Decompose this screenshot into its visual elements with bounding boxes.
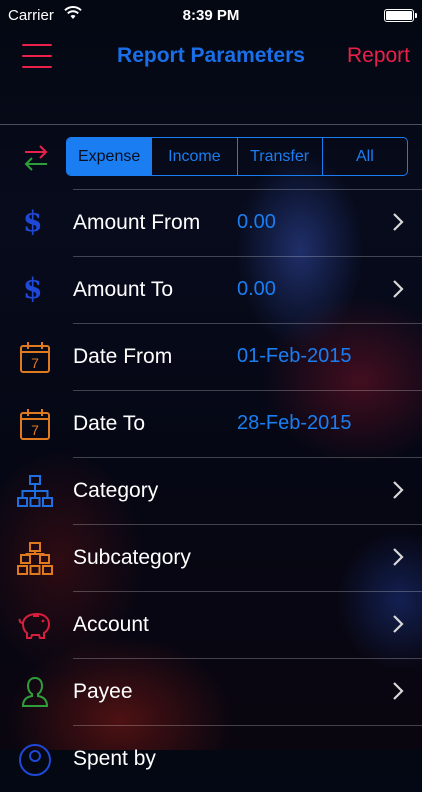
segment-expense[interactable]: Expense	[67, 138, 152, 175]
person-circle-icon	[19, 744, 51, 776]
hierarchy-icon	[17, 475, 53, 507]
calendar-icon-number: 7	[31, 422, 39, 438]
amount-from-row[interactable]: $ Amount From 0.00	[23, 189, 422, 256]
segment-income[interactable]: Income	[151, 138, 236, 175]
row-label: Amount From	[73, 211, 201, 234]
date-to-row[interactable]: 7 Date To 28-Feb-2015	[20, 390, 422, 457]
row-label: Account	[73, 613, 149, 636]
row-label: Spent by	[73, 747, 156, 770]
piggy-bank-icon	[18, 612, 51, 639]
chevron-right-icon	[393, 682, 404, 700]
calendar-icon-number: 7	[31, 355, 39, 371]
hierarchy-icon	[17, 542, 53, 575]
date-from-row[interactable]: 7 Date From 01-Feb-2015	[20, 323, 422, 390]
transaction-type-segmented-control: Expense Income Transfer All	[66, 137, 408, 176]
battery-icon	[384, 9, 417, 22]
row-value: 01-Feb-2015	[237, 345, 352, 367]
dollar-icon: $	[23, 205, 43, 238]
spent-by-row[interactable]: Spent by	[19, 725, 422, 792]
chevron-right-icon	[393, 213, 404, 231]
amount-to-row[interactable]: $ Amount To 0.00	[23, 256, 422, 323]
category-row[interactable]: Category	[17, 457, 422, 524]
chevron-right-icon	[393, 548, 404, 566]
status-time: 8:39 PM	[182, 7, 240, 24]
row-value: 28-Feb-2015	[237, 412, 352, 434]
parameter-list: $ Amount From 0.00 $ Amount To 0.00 7 Da…	[0, 189, 422, 792]
person-icon	[21, 676, 49, 707]
chevron-right-icon	[393, 481, 404, 499]
row-label: Date To	[73, 412, 145, 435]
calendar-icon: 7	[20, 409, 50, 440]
chevron-right-icon	[393, 615, 404, 633]
navigation-bar: Report Parameters Report	[0, 30, 422, 84]
report-button[interactable]: Report	[347, 44, 410, 68]
row-label: Amount To	[73, 278, 174, 301]
calendar-icon: 7	[20, 342, 50, 373]
chevron-right-icon	[393, 280, 404, 298]
row-label: Date From	[73, 345, 173, 368]
segment-all[interactable]: All	[321, 138, 407, 175]
row-value: 0.00	[237, 278, 276, 300]
transaction-type-row: Expense Income Transfer All	[0, 125, 422, 189]
payee-row[interactable]: Payee	[21, 658, 422, 725]
swap-arrows-icon	[24, 145, 48, 171]
subcategory-row[interactable]: Subcategory	[17, 524, 422, 591]
account-row[interactable]: Account	[18, 591, 422, 658]
row-label: Category	[73, 479, 159, 502]
row-label: Subcategory	[73, 546, 191, 569]
segment-transfer[interactable]: Transfer	[236, 138, 322, 175]
row-label: Payee	[73, 680, 133, 703]
dollar-icon: $	[23, 272, 43, 305]
status-bar: Carrier 8:39 PM	[0, 0, 422, 30]
row-value: 0.00	[237, 211, 276, 233]
